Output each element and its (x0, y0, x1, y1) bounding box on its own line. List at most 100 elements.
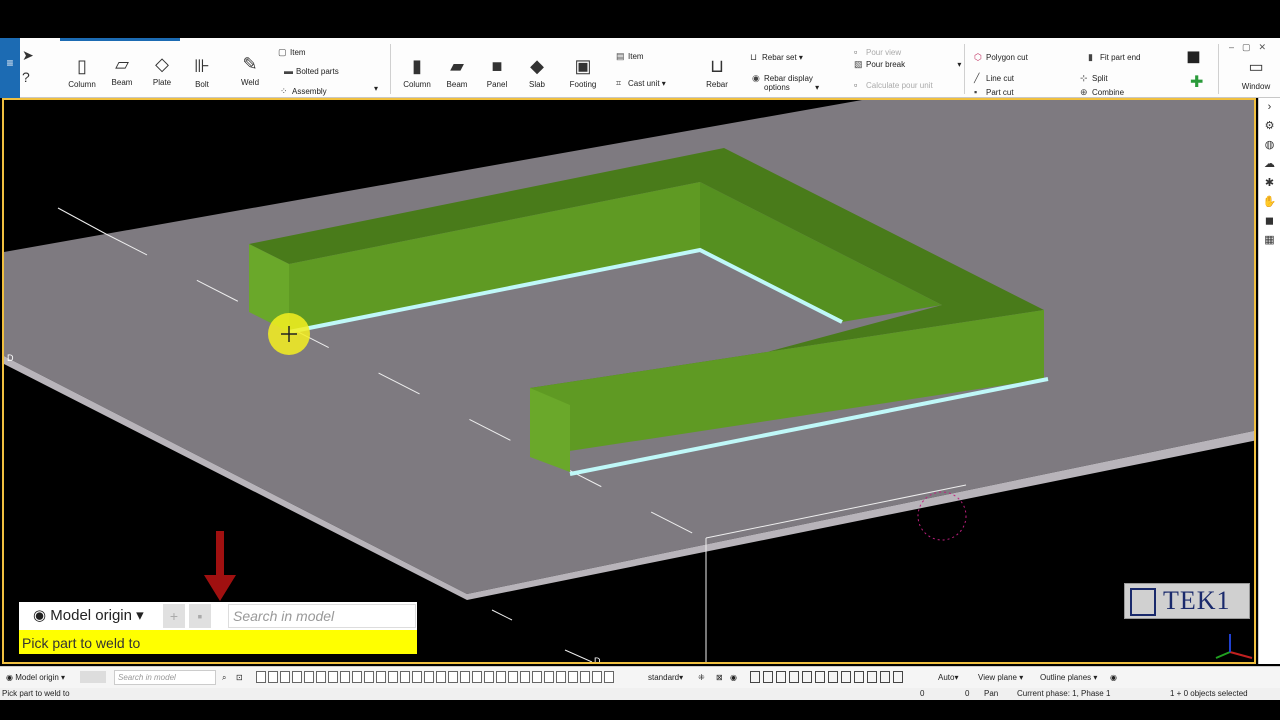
cast-unit-button[interactable]: ⌗ Cast unit ▾ (616, 78, 666, 89)
select-switch-icon[interactable] (400, 671, 410, 683)
select-switch-icon[interactable] (568, 671, 578, 683)
snap-switches[interactable] (750, 671, 903, 685)
snap-switch-icon[interactable] (802, 671, 812, 683)
rebar-set-button[interactable]: ⊔ Rebar set ▾ (750, 52, 803, 63)
slab-button[interactable]: ◆ Slab (517, 52, 557, 89)
delete-plane-button[interactable]: ▪ (189, 604, 211, 628)
cube-icon[interactable]: ◼ (1259, 212, 1280, 231)
polygon-cut-button[interactable]: ⬡ Polygon cut (974, 52, 1028, 63)
select-switch-icon[interactable] (364, 671, 374, 683)
assembly-button[interactable]: ⁘ Assembly (280, 86, 327, 97)
select-switch-icon[interactable] (460, 671, 470, 683)
snap-switch-icon[interactable] (828, 671, 838, 683)
steel-more-dropdown[interactable]: ▾ (374, 84, 378, 93)
select-switch-icon[interactable] (556, 671, 566, 683)
concrete-item-button[interactable]: ▤ Item (616, 51, 644, 62)
steel-item-button[interactable]: ▢ Item (278, 47, 306, 58)
snap-mode-dropdown[interactable]: standard▾ (648, 673, 683, 682)
concrete-column-button[interactable]: ▮ Column (397, 52, 437, 89)
properties-icon[interactable]: ⚙ (1259, 117, 1280, 136)
select-switch-icon[interactable] (520, 671, 530, 683)
select-switch-icon[interactable] (424, 671, 434, 683)
snap-switch-icon[interactable] (867, 671, 877, 683)
select-switch-icon[interactable] (532, 671, 542, 683)
weld-button[interactable]: ✎ Weld (230, 50, 270, 87)
snap-switch-icon[interactable] (841, 671, 851, 683)
model-scene[interactable]: D D (4, 100, 1256, 664)
bolt-button[interactable]: ⊪ Bolt (182, 52, 222, 89)
select-switch-icon[interactable] (436, 671, 446, 683)
view-plane-dropdown[interactable]: View plane ▾ (978, 673, 1023, 682)
eye-icon[interactable]: ◉ (730, 673, 737, 682)
snap-switch-icon[interactable] (815, 671, 825, 683)
snap-switch-icon[interactable] (893, 671, 903, 683)
select-switch-icon[interactable] (340, 671, 350, 683)
pour-break-button[interactable]: ▧ Pour break ▾ (854, 59, 961, 70)
hand-icon[interactable]: ✋ (1259, 193, 1280, 212)
model-viewport[interactable]: D D (2, 98, 1256, 664)
line-cut-button[interactable]: ╱ Line cut (974, 73, 1014, 84)
select-switch-icon[interactable] (304, 671, 314, 683)
combine-button[interactable]: ⊕ Combine (1080, 87, 1124, 98)
globe-icon[interactable]: ◍ (1259, 136, 1280, 155)
selection-tools[interactable]: ➤ ? (22, 44, 52, 94)
select-switch-icon[interactable] (268, 671, 278, 683)
snap-switch-icon[interactable] (763, 671, 773, 683)
select-switch-icon[interactable] (496, 671, 506, 683)
select-switch-icon[interactable] (592, 671, 602, 683)
select-switch-icon[interactable] (412, 671, 422, 683)
pointer-icon[interactable]: ➤ (22, 44, 52, 66)
snap-switch-icon[interactable] (750, 671, 760, 683)
rebar-display-options-button[interactable]: ◉ Rebar display options ▾ (752, 74, 819, 93)
bolted-parts-button[interactable]: ▬ Bolted parts (284, 66, 339, 76)
concrete-beam-button[interactable]: ▰ Beam (437, 52, 477, 89)
select-switch-icon[interactable] (292, 671, 302, 683)
steel-column-button[interactable]: ▯ Column (62, 52, 102, 89)
select-switch-icon[interactable] (316, 671, 326, 683)
snap-switch-icon[interactable] (880, 671, 890, 683)
footing-button[interactable]: ▣ Footing (563, 52, 603, 89)
zoom-icon[interactable]: ⊡ (236, 673, 243, 682)
calculate-pour-unit-button[interactable]: ▫ Calculate pour unit (854, 80, 933, 90)
search-input[interactable]: Search in model (228, 604, 416, 628)
select-switch-icon[interactable] (448, 671, 458, 683)
add-icon[interactable]: ✚ (1190, 72, 1203, 92)
model-origin-select[interactable]: ◉ Model origin ▾ (6, 673, 65, 682)
select-switch-icon[interactable] (544, 671, 554, 683)
query-icon[interactable]: ? (22, 66, 52, 88)
add-plane-button[interactable]: + (163, 604, 185, 628)
outline-planes-dropdown[interactable]: Outline planes ▾ (1040, 673, 1097, 682)
rebar-button[interactable]: ⊔ Rebar (697, 52, 737, 89)
select-switch-icon[interactable] (508, 671, 518, 683)
auto-dropdown[interactable]: Auto▾ (938, 673, 958, 682)
model-origin-dropdown[interactable]: ◉ Model origin ▾ (33, 606, 144, 624)
select-switch-icon[interactable] (484, 671, 494, 683)
cloud-icon[interactable]: ☁ (1259, 155, 1280, 174)
snap-switch-icon[interactable] (789, 671, 799, 683)
pour-view-button[interactable]: ▫ Pour view (854, 47, 901, 57)
part-cut-button[interactable]: ▪ Part cut (974, 87, 1014, 97)
select-switch-icon[interactable] (580, 671, 590, 683)
chevron-left-icon[interactable]: › (1259, 98, 1280, 117)
select-switch-icon[interactable] (604, 671, 614, 683)
select-switch-icon[interactable] (328, 671, 338, 683)
snap-icon[interactable]: ⁜ (698, 673, 705, 682)
search-icon[interactable]: ⌕ (222, 673, 226, 683)
cube-icon[interactable]: ◼ (1186, 46, 1201, 67)
plane-buttons[interactable] (80, 671, 106, 683)
select-switch-icon[interactable] (280, 671, 290, 683)
snap-icon[interactable]: ⊠ (716, 673, 723, 682)
components-icon[interactable]: ▦ (1259, 231, 1280, 250)
snap-switch-icon[interactable] (854, 671, 864, 683)
settings-icon[interactable]: ✱ (1259, 174, 1280, 193)
split-button[interactable]: ⊹ Split (1080, 73, 1108, 84)
select-switch-icon[interactable] (388, 671, 398, 683)
snap-switch-icon[interactable] (776, 671, 786, 683)
menu-button[interactable]: ≡ (0, 38, 20, 98)
steel-beam-button[interactable]: ▱ Beam (102, 50, 142, 87)
window-button[interactable]: ▭ Window (1236, 54, 1276, 91)
visibility-icon[interactable]: ◉ (1110, 673, 1117, 682)
plate-button[interactable]: ◇ Plate (142, 50, 182, 87)
select-switch-icon[interactable] (376, 671, 386, 683)
select-switch-icon[interactable] (352, 671, 362, 683)
